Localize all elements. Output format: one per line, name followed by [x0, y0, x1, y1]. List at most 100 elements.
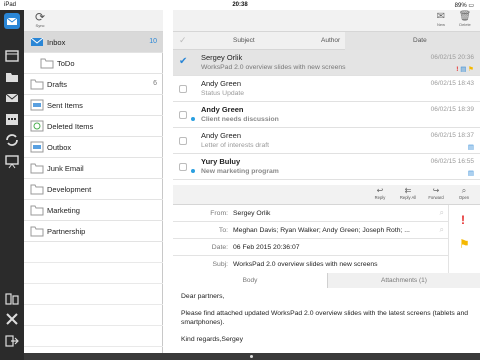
message-checkbox[interactable] — [179, 163, 187, 171]
reading-pane: ↩ Reply ⇇ Reply All ↪ Forward ⌕ Open Fro… — [173, 185, 480, 353]
tab-body[interactable]: Body — [173, 273, 328, 288]
reading-toolbar: ↩ Reply ⇇ Reply All ↪ Forward ⌕ Open — [173, 185, 480, 205]
folder-label: Development — [47, 185, 92, 194]
folder-toolbar: ⟳ Sync — [24, 10, 163, 32]
forward-button[interactable]: ↪ Forward — [423, 186, 449, 204]
folder-drafts[interactable]: Drafts 6 — [24, 74, 163, 95]
folder-outbox[interactable]: Outbox — [24, 137, 163, 158]
date-label: Date: — [211, 244, 228, 251]
folder-icon[interactable] — [3, 68, 21, 86]
reply-label: Reply — [374, 195, 386, 200]
select-all-checkbox[interactable]: ✓ — [179, 35, 187, 46]
folder-deleted-items[interactable]: Deleted Items — [24, 116, 163, 137]
panels-icon[interactable] — [3, 47, 21, 65]
reply-button[interactable]: ↩ Reply — [367, 186, 393, 204]
delete-button[interactable]: 🗑 Delete — [456, 11, 474, 31]
message-checkbox[interactable] — [179, 111, 187, 119]
subject-value: WorksPad 2.0 overview slides with new sc… — [233, 261, 378, 268]
open-label: Open — [458, 195, 470, 200]
attachment-icon: ▤ — [460, 66, 467, 73]
folder-marketing[interactable]: Marketing — [24, 200, 163, 221]
from-value[interactable]: Sergey Orlik — [233, 210, 270, 217]
message-flags: ! ▤ ⚑ — [456, 65, 474, 73]
folder-inbox[interactable]: Inbox 10 — [24, 32, 163, 53]
message-row[interactable]: Andy Green Letter of interests draft 06/… — [173, 128, 480, 154]
column-subject[interactable]: Subject — [233, 37, 255, 44]
clock: 20:38 — [232, 2, 248, 8]
message-from: Andy Green — [201, 79, 242, 88]
new-button[interactable]: ✉ New — [432, 11, 450, 31]
folder-label: Outbox — [47, 143, 72, 152]
reply-icon: ↩ — [376, 186, 384, 195]
recycle-icon — [30, 120, 44, 132]
folder-count: 10 — [149, 38, 157, 45]
date-row: Date: 06 Feb 2015 20:36:07 — [173, 239, 448, 256]
tab-bar: Body Attachments (1) — [173, 273, 480, 288]
search-icon[interactable]: ⌕ — [440, 225, 444, 235]
sync-label: Sync — [35, 23, 45, 28]
new-label: New — [436, 22, 445, 27]
folder-todo[interactable]: ToDo — [24, 53, 163, 74]
drafts-icon — [30, 78, 44, 90]
battery-indicator: 89% ▭ — [454, 3, 474, 9]
devices-icon[interactable] — [3, 290, 21, 308]
message-row[interactable]: Andy Green Status Update 06/02/15 18:43 — [173, 76, 480, 102]
trash-icon: 🗑 — [458, 11, 472, 22]
folder-partnership[interactable]: Partnership — [24, 221, 163, 242]
inbox-icon — [30, 36, 44, 48]
mail-icon[interactable] — [3, 89, 21, 107]
to-value[interactable]: Meghan Davis; Ryan Walker; Andy Green; J… — [233, 227, 410, 234]
flag-icon[interactable]: ⚑ — [459, 237, 470, 251]
message-subject: New marketing program — [201, 168, 279, 175]
folder-count: 6 — [153, 80, 157, 87]
message-body: Dear partners, Please find attached upda… — [181, 293, 476, 353]
message-subject: Letter of interests draft — [201, 142, 270, 149]
reply-all-button[interactable]: ⇇ Reply All — [395, 186, 421, 204]
folder-icon — [40, 57, 54, 69]
message-checkbox[interactable] — [179, 85, 187, 93]
logout-icon[interactable] — [3, 332, 21, 350]
message-row[interactable]: Andy Green Client needs discussion 06/02… — [173, 102, 480, 128]
folder-sent-items[interactable]: Sent Items — [24, 95, 163, 116]
body-paragraph: Please find attached updated WorksPad 2.… — [181, 310, 469, 326]
folder-junk-email[interactable]: Junk Email — [24, 158, 163, 179]
to-row: To: Meghan Davis; Ryan Walker; Andy Gree… — [173, 222, 448, 239]
open-button[interactable]: ⌕ Open — [451, 186, 477, 204]
folder-development[interactable]: Development — [24, 179, 163, 200]
message-from: Sergey Orlik — [201, 53, 243, 62]
list-toolbar: ✉ New 🗑 Delete — [173, 10, 480, 32]
column-author[interactable]: Author — [321, 37, 340, 44]
header-side-panel: ! ⚑ — [448, 205, 480, 273]
tools-icon[interactable] — [3, 310, 21, 328]
to-label: To: — [218, 227, 228, 234]
search-icon[interactable]: ⌕ — [440, 208, 444, 218]
calendar-icon[interactable] — [3, 110, 21, 128]
checkmark-icon[interactable]: ✔ — [179, 56, 187, 67]
sync-button[interactable]: ⟳ Sync — [30, 11, 50, 31]
folder-icon — [30, 204, 44, 216]
new-message-icon: ✉ — [436, 11, 446, 22]
importance-icon: ! — [456, 66, 459, 73]
from-label: From: — [210, 210, 228, 217]
app-rail — [0, 10, 24, 360]
message-row[interactable]: Yury Buluy New marketing program 06/02/1… — [173, 154, 480, 180]
folder-icon — [30, 225, 44, 237]
sync-icon: ⟳ — [34, 10, 46, 24]
app-logo-icon[interactable] — [3, 12, 21, 30]
message-subject: WorksPad 2.0 overview slides with new sc… — [201, 64, 346, 71]
empty-row — [24, 242, 163, 263]
unread-dot — [191, 169, 195, 173]
forward-icon: ↪ — [432, 186, 440, 195]
column-date[interactable]: Date — [413, 37, 427, 44]
sync-icon[interactable] — [3, 131, 21, 149]
presentation-icon[interactable] — [3, 152, 21, 170]
reply-all-label: Reply All — [399, 195, 417, 200]
message-date: 06/02/15 18:43 — [430, 80, 474, 87]
folder-icon — [30, 183, 44, 195]
open-icon: ⌕ — [461, 186, 467, 195]
folder-label: Drafts — [47, 80, 68, 89]
reply-all-icon: ⇇ — [404, 186, 412, 195]
message-checkbox[interactable] — [179, 137, 187, 145]
tab-attachments[interactable]: Attachments (1) — [328, 273, 480, 288]
message-row[interactable]: ✔ Sergey Orlik WorksPad 2.0 overview sli… — [173, 50, 480, 76]
